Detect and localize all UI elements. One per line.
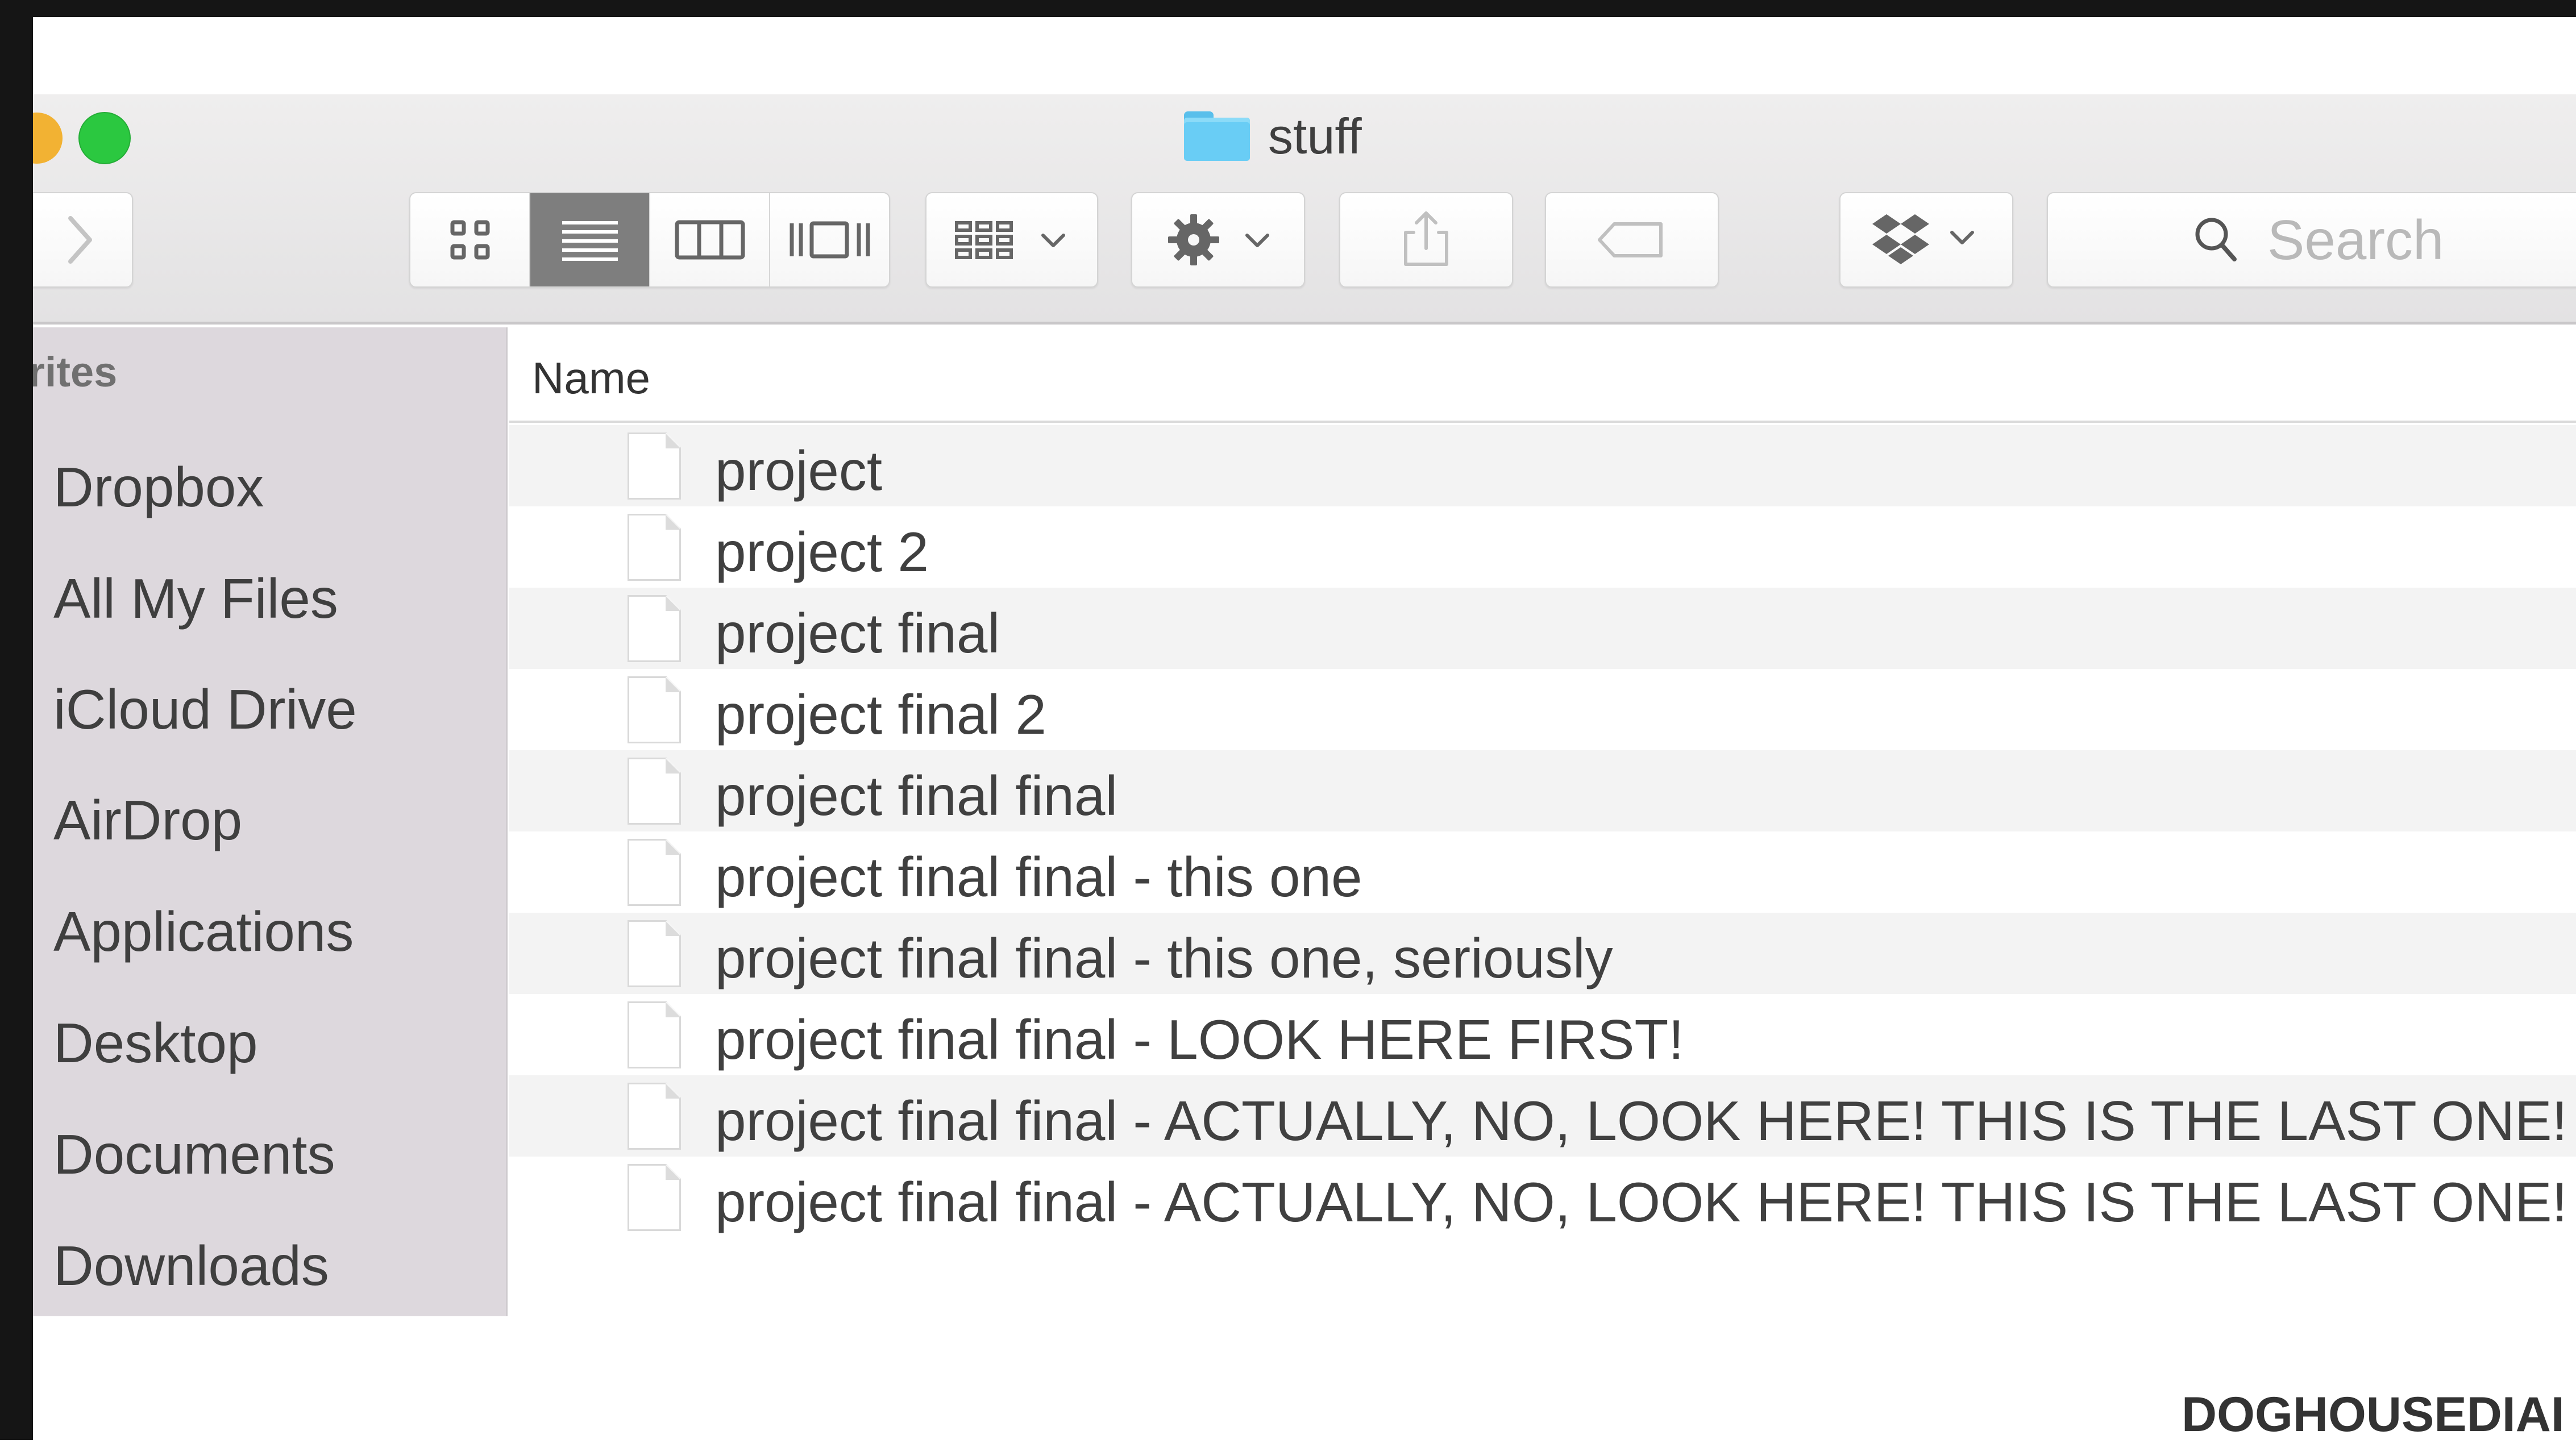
source-watermark: DOGHOUSEDIAI [2182, 1387, 2565, 1442]
file-name: project final [715, 602, 1000, 664]
folder-icon [1184, 111, 1250, 161]
document-icon [628, 1001, 681, 1068]
sidebar-item-applications[interactable]: Applications [53, 904, 354, 959]
finder-window: stuff Search rites Dropbox All My Files … [33, 94, 2576, 1316]
file-name: project final final - this one, seriousl… [715, 927, 1613, 989]
sidebar-item-airdrop[interactable]: AirDrop [53, 792, 242, 848]
minimize-window-button[interactable] [33, 113, 63, 164]
action-menu-button[interactable] [1131, 192, 1305, 288]
list-view-button[interactable] [530, 193, 650, 286]
document-icon [628, 1083, 681, 1150]
file-name: project final 2 [715, 683, 1046, 746]
sidebar-item-icloud-drive[interactable]: iCloud Drive [53, 681, 357, 737]
finder-sidebar: rites Dropbox All My Files iCloud Drive … [33, 327, 508, 1316]
document-icon [628, 758, 681, 825]
tag-icon [1598, 222, 1663, 257]
zoom-window-button[interactable] [78, 112, 131, 164]
chevron-right-icon [68, 216, 92, 264]
file-row[interactable]: project final final - this one, seriousl… [509, 913, 2576, 994]
file-row[interactable]: project final final [509, 750, 2576, 831]
file-row[interactable]: project [509, 425, 2576, 506]
arrange-icon [955, 221, 1065, 259]
name-column-label: Name [532, 353, 651, 403]
file-name: project [715, 439, 883, 502]
sidebar-item-downloads[interactable]: Downloads [53, 1238, 329, 1294]
search-icon [2195, 218, 2237, 261]
document-icon [628, 676, 681, 743]
column-view-icon [675, 220, 745, 260]
cover-flow-button[interactable] [770, 193, 889, 286]
file-name: project 2 [715, 521, 929, 583]
icon-view-button[interactable] [410, 193, 530, 286]
search-placeholder: Search [2267, 208, 2444, 271]
document-icon [628, 839, 681, 906]
file-row[interactable]: project final final - this one [509, 831, 2576, 913]
sidebar-item-documents[interactable]: Documents [53, 1126, 335, 1182]
finder-titlebar: stuff Search [33, 94, 2576, 325]
gear-icon [1168, 214, 1269, 265]
view-mode-control[interactable] [409, 192, 890, 288]
forward-button[interactable] [33, 192, 133, 288]
share-button[interactable] [1339, 192, 1513, 288]
column-view-button[interactable] [650, 193, 770, 286]
document-icon [628, 920, 681, 987]
window-title-group: stuff [1184, 107, 1362, 164]
file-row[interactable]: project 2 [509, 506, 2576, 588]
screen-left-border [0, 0, 33, 1440]
file-name: project final final - LOOK HERE FIRST! [715, 1008, 1684, 1071]
file-row[interactable]: project final final - ACTUALLY, NO, LOOK… [509, 1075, 2576, 1157]
sidebar-item-dropbox[interactable]: Dropbox [53, 459, 264, 515]
file-row[interactable]: project final [509, 588, 2576, 669]
list-view-icon [562, 221, 618, 261]
sidebar-item-desktop[interactable]: Desktop [53, 1015, 258, 1071]
sidebar-item-all-my-files[interactable]: All My Files [53, 571, 338, 626]
dropbox-button[interactable] [1839, 192, 2013, 288]
file-name: project final final - ACTUALLY, NO, LOOK… [715, 1171, 2576, 1233]
file-row[interactable]: project final final - ACTUALLY, NO, LOOK… [509, 1157, 2576, 1238]
document-icon [628, 1164, 681, 1231]
file-name: project final final - ACTUALLY, NO, LOOK… [715, 1089, 2567, 1152]
screen-top-border [0, 0, 2576, 17]
icon-view-icon [450, 220, 489, 260]
document-icon [628, 433, 681, 500]
favorites-heading: rites [33, 348, 118, 396]
file-row[interactable]: project final 2 [509, 669, 2576, 750]
tag-button[interactable] [1545, 192, 1719, 288]
share-icon [1404, 211, 1448, 266]
arrange-button[interactable] [925, 192, 1098, 288]
document-icon [628, 514, 681, 581]
search-field[interactable]: Search [2047, 192, 2576, 288]
document-icon [628, 595, 681, 662]
file-list: Name project project 2 project final pro… [509, 327, 2576, 1316]
name-column-header[interactable]: Name [509, 327, 2576, 423]
file-name: project final final [715, 764, 1118, 827]
cover-flow-icon [790, 221, 870, 259]
window-title: stuff [1268, 107, 1362, 164]
file-name: project final final - this one [715, 846, 1362, 908]
dropbox-icon [1872, 214, 1974, 264]
file-row[interactable]: project final final - LOOK HERE FIRST! [509, 994, 2576, 1075]
